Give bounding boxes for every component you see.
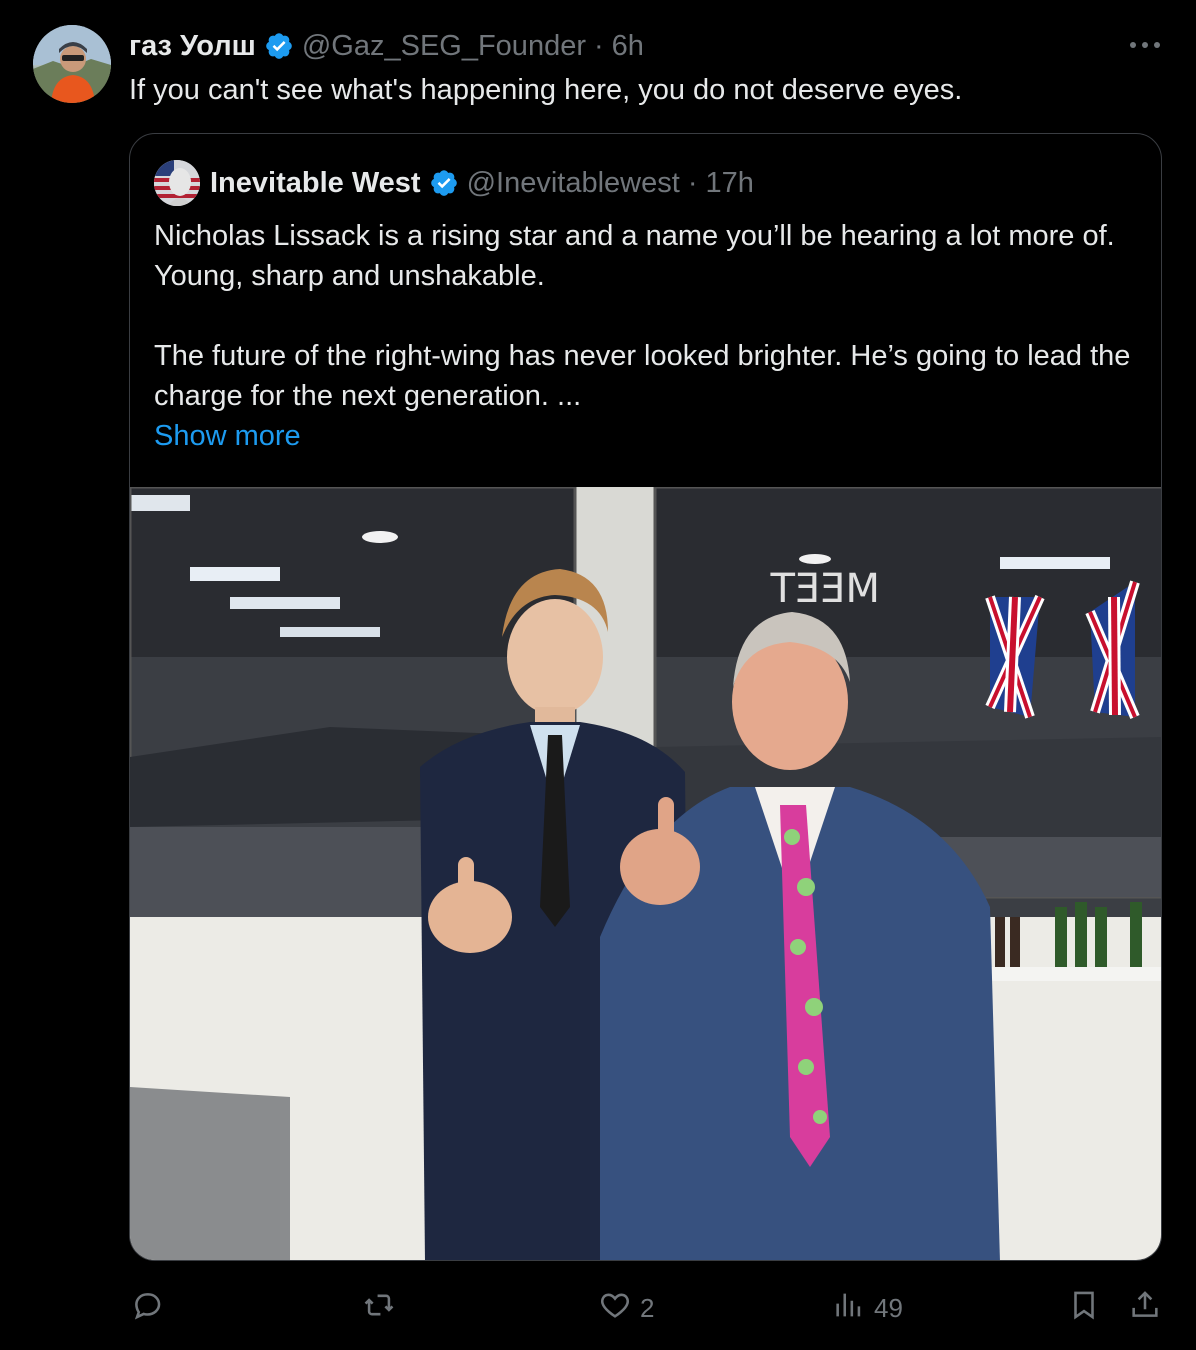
bookmark-icon	[1067, 1288, 1101, 1329]
views-count: 49	[874, 1292, 903, 1323]
reply-button[interactable]	[130, 1285, 172, 1331]
like-button[interactable]: 2	[598, 1285, 654, 1331]
share-button[interactable]	[1128, 1285, 1162, 1331]
quoted-paragraph-2: The future of the right-wing has never l…	[154, 340, 1131, 412]
quoted-author-handle[interactable]: @Inevitablewest	[467, 167, 680, 200]
bookmark-button[interactable]	[1067, 1285, 1101, 1331]
repost-icon	[362, 1288, 396, 1329]
quoted-author-name[interactable]: Inevitable West	[210, 167, 421, 200]
quoted-paragraph-1: Nicholas Lissack is a rising star and a …	[154, 220, 1115, 292]
views-icon	[832, 1288, 866, 1329]
author-name[interactable]: газ Уолш	[129, 30, 256, 63]
post-time[interactable]: 6h	[612, 30, 644, 63]
post-header: газ Уолш @Gaz_SEG_Founder · 6h	[129, 28, 644, 64]
quoted-header: Inevitable West @Inevitablewest · 17h	[154, 160, 754, 206]
more-icon[interactable]	[1125, 30, 1165, 60]
show-more-link[interactable]: Show more	[154, 416, 1144, 456]
author-handle[interactable]: @Gaz_SEG_Founder	[302, 30, 586, 63]
quoted-post[interactable]: Inevitable West @Inevitablewest · 17h Ni…	[129, 133, 1162, 1261]
author-avatar[interactable]	[33, 25, 111, 103]
photo-sign: MEET	[770, 566, 880, 612]
like-icon	[598, 1288, 632, 1329]
separator-dot: ·	[593, 29, 604, 62]
verified-badge-icon	[429, 168, 459, 198]
action-bar: 2 49	[0, 1285, 1196, 1331]
quoted-text: Nicholas Lissack is a rising star and a …	[154, 216, 1144, 456]
quoted-photo[interactable]: MEET	[130, 485, 1161, 1260]
quoted-avatar[interactable]	[154, 160, 200, 206]
repost-button[interactable]	[362, 1285, 404, 1331]
verified-badge-icon	[264, 31, 294, 61]
reply-icon	[130, 1288, 164, 1329]
quoted-time: 17h	[705, 166, 754, 199]
views-button[interactable]: 49	[832, 1285, 903, 1331]
share-icon	[1128, 1288, 1162, 1329]
like-count: 2	[640, 1292, 655, 1323]
separator-dot: ·	[687, 166, 698, 199]
post-text: If you can't see what's happening here, …	[129, 74, 963, 106]
